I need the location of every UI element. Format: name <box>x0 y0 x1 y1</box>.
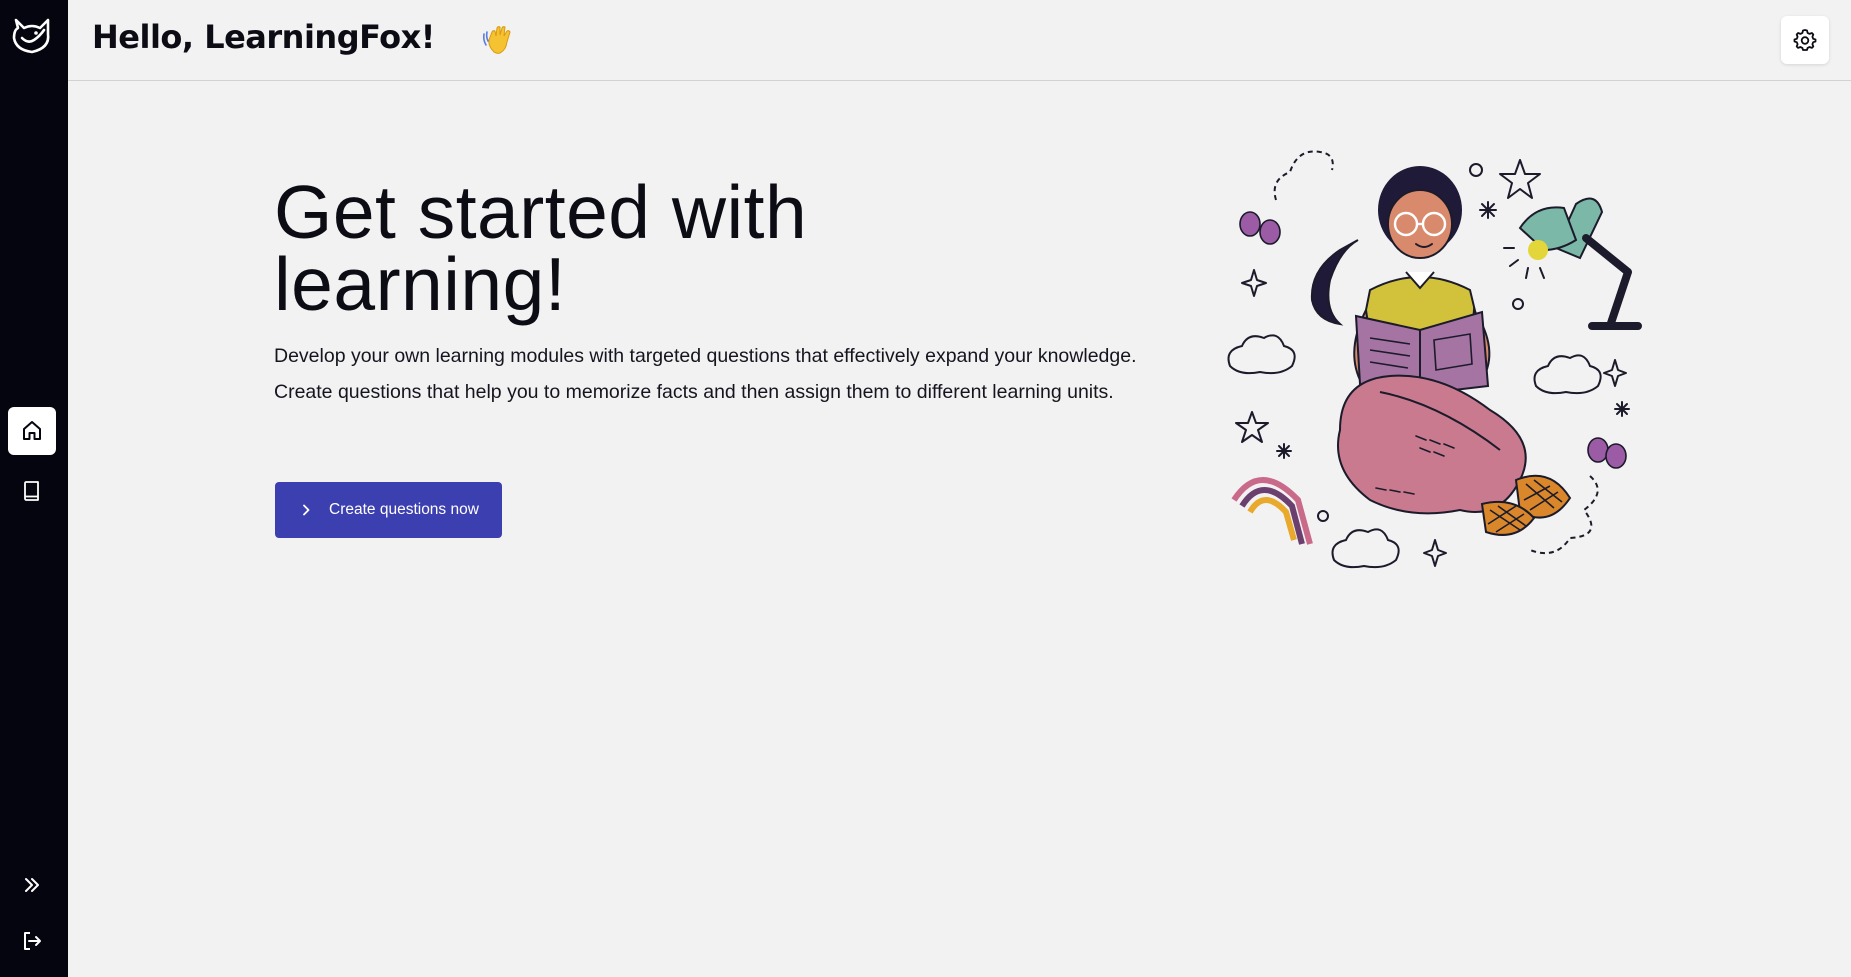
greeting-title: Hello, LearningFox! <box>92 18 435 56</box>
reading-girl-illustration <box>1227 150 1642 569</box>
fox-logo-icon[interactable] <box>10 14 54 58</box>
double-chevron-right-icon <box>25 878 39 892</box>
logout-icon <box>24 932 41 950</box>
hero-description: Develop your own learning modules with t… <box>274 345 1137 403</box>
top-header: Hello, LearningFox! <box>68 0 1851 81</box>
sidebar-item-home[interactable] <box>8 407 56 455</box>
sidebar <box>0 0 68 977</box>
settings-button[interactable] <box>1781 16 1829 64</box>
expand-sidebar-button[interactable] <box>8 861 56 909</box>
home-icon <box>23 421 41 440</box>
waving-hand-icon <box>482 26 511 54</box>
gear-icon <box>1793 29 1817 51</box>
book-icon <box>24 481 39 501</box>
create-questions-label: Create questions now <box>329 501 479 518</box>
create-questions-button[interactable]: Create questions now <box>275 482 502 538</box>
logout-button[interactable] <box>8 917 56 965</box>
sidebar-item-learning-units[interactable] <box>8 467 56 515</box>
chevron-right-icon <box>303 504 310 516</box>
hero-title: Get started with learning! <box>274 170 808 326</box>
